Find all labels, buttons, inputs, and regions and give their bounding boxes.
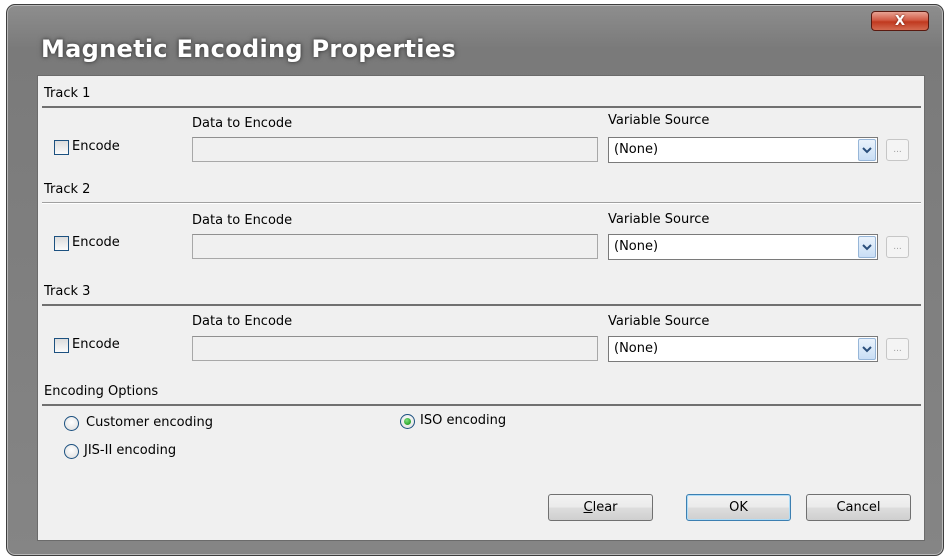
track-1-data-input[interactable] bbox=[192, 137, 598, 162]
clear-button-mnemonic: C bbox=[583, 500, 593, 515]
clear-button[interactable]: Clear bbox=[548, 494, 653, 521]
chevron-down-icon[interactable] bbox=[858, 338, 876, 360]
track-1-variable-select[interactable]: (None) bbox=[608, 137, 878, 163]
cancel-button[interactable]: Cancel bbox=[806, 494, 911, 521]
ok-button[interactable]: OK bbox=[686, 494, 791, 521]
track-3-data-input[interactable] bbox=[192, 336, 598, 361]
track-1-encode-label: Encode bbox=[72, 139, 120, 154]
clear-button-label: lear bbox=[592, 500, 618, 515]
track-2-data-label: Data to Encode bbox=[192, 213, 293, 228]
dialog-title: Magnetic Encoding Properties bbox=[41, 35, 456, 63]
track-2-variable-value: (None) bbox=[614, 239, 659, 254]
dialog-window: Magnetic Encoding Properties X Track 1 D… bbox=[6, 4, 944, 556]
iso-encoding-radio[interactable] bbox=[400, 414, 415, 429]
track-3-variable-label: Variable Source bbox=[608, 314, 710, 329]
jis-encoding-radio[interactable] bbox=[64, 444, 79, 459]
track-2-encode-checkbox[interactable] bbox=[54, 236, 69, 251]
encoding-options-title: Encoding Options bbox=[44, 384, 159, 399]
track-3-variable-value: (None) bbox=[614, 341, 659, 356]
dialog-client-area: Track 1 Data to Encode Variable Source E… bbox=[37, 75, 925, 541]
track-1-browse-button[interactable]: ... bbox=[886, 139, 909, 161]
track-3-separator bbox=[42, 304, 921, 306]
track-1-variable-label: Variable Source bbox=[608, 113, 710, 128]
jis-encoding-label[interactable]: JIS-II encoding bbox=[84, 443, 176, 458]
track-1-separator bbox=[42, 106, 921, 108]
track-1-title: Track 1 bbox=[44, 86, 91, 101]
chevron-down-icon[interactable] bbox=[858, 236, 876, 258]
track-2-encode-label: Encode bbox=[72, 235, 120, 250]
track-2-variable-select[interactable]: (None) bbox=[608, 234, 878, 260]
track-3-data-label: Data to Encode bbox=[192, 314, 293, 329]
track-3-browse-button[interactable]: ... bbox=[886, 338, 909, 360]
encoding-options-separator bbox=[42, 404, 921, 406]
track-2-browse-button[interactable]: ... bbox=[886, 236, 909, 258]
close-button[interactable]: X bbox=[871, 11, 929, 31]
track-3-variable-select[interactable]: (None) bbox=[608, 336, 878, 362]
track-3-encode-checkbox[interactable] bbox=[54, 338, 69, 353]
track-2-variable-label: Variable Source bbox=[608, 212, 710, 227]
customer-encoding-label[interactable]: Customer encoding bbox=[86, 415, 213, 430]
chevron-down-icon[interactable] bbox=[858, 139, 876, 161]
track-2-title: Track 2 bbox=[44, 182, 91, 197]
track-1-encode-checkbox[interactable] bbox=[54, 140, 69, 155]
track-2-separator bbox=[42, 202, 921, 204]
track-2-data-input[interactable] bbox=[192, 234, 598, 259]
track-3-title: Track 3 bbox=[44, 284, 91, 299]
track-1-variable-value: (None) bbox=[614, 142, 659, 157]
close-icon: X bbox=[894, 13, 906, 29]
track-1-data-label: Data to Encode bbox=[192, 116, 293, 131]
track-3-encode-label: Encode bbox=[72, 337, 120, 352]
iso-encoding-label[interactable]: ISO encoding bbox=[420, 413, 506, 428]
customer-encoding-radio[interactable] bbox=[64, 416, 79, 431]
